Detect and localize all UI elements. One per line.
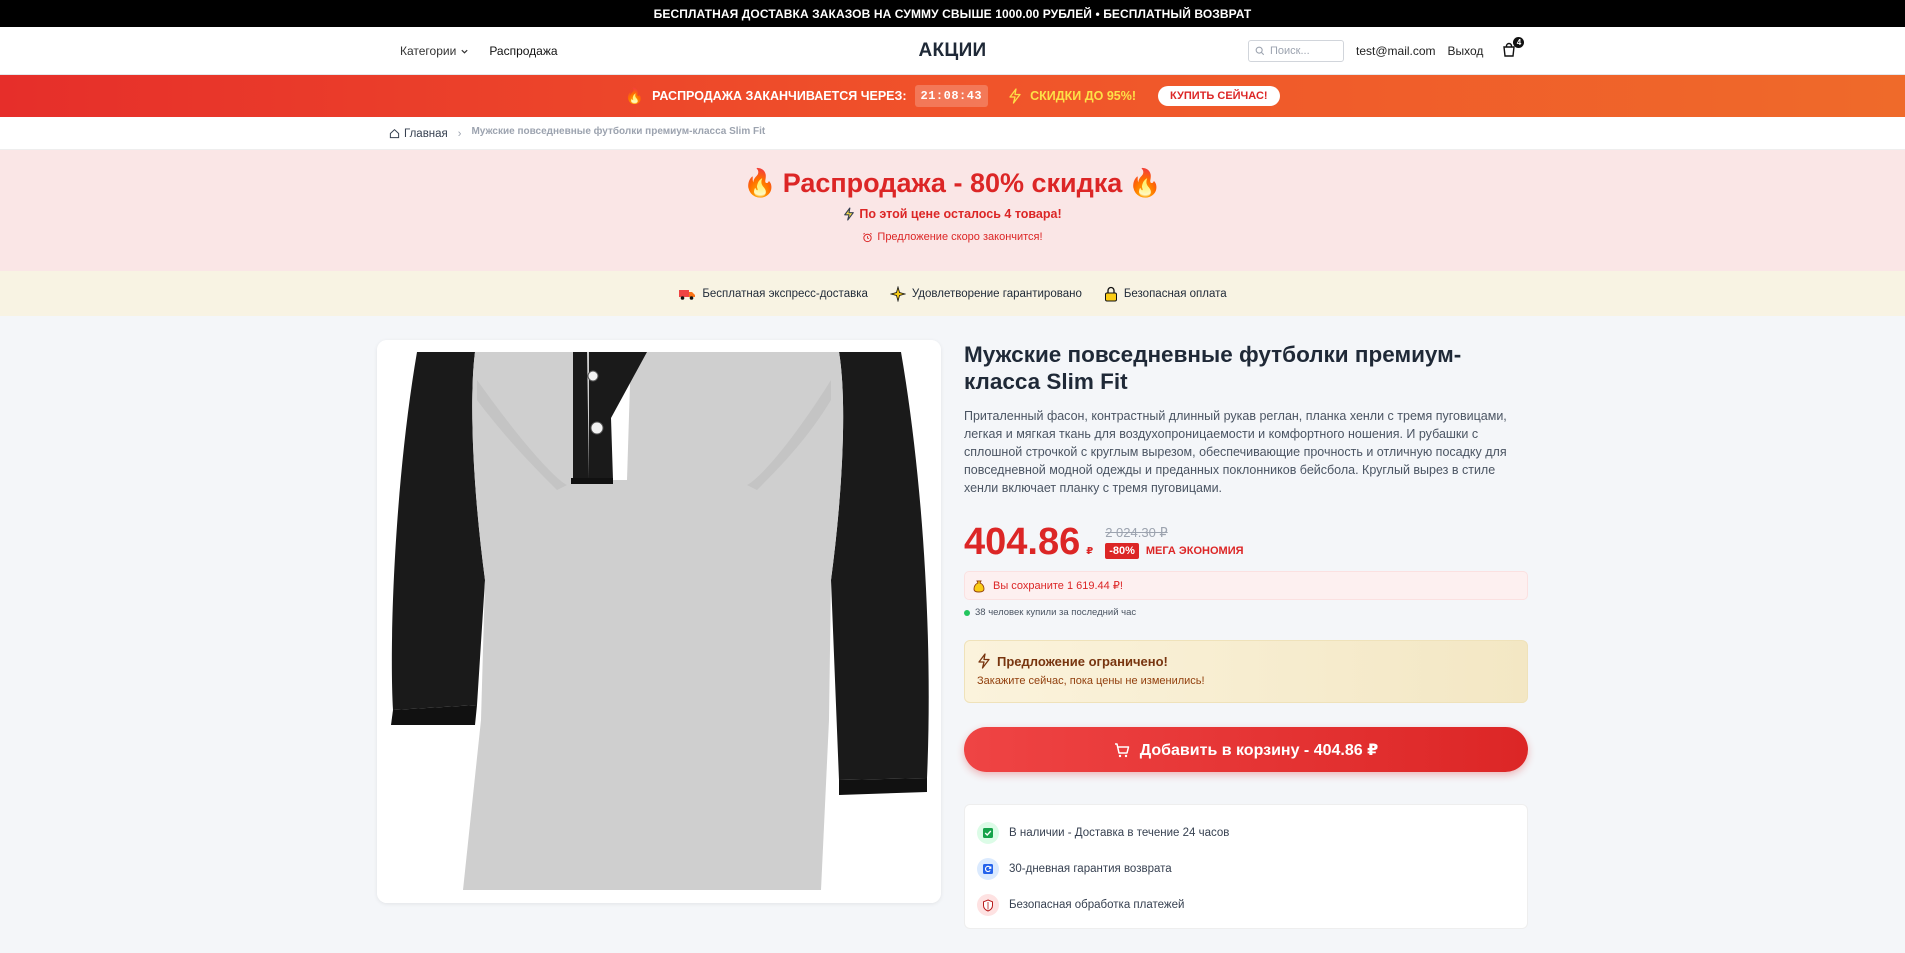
discount-text: СКИДКИ ДО 95%!	[1030, 89, 1137, 103]
categories-label: Категории	[400, 44, 457, 58]
product-features: В наличии - Доставка в течение 24 часов …	[964, 804, 1528, 929]
main-nav: Категории Распродажа	[400, 27, 558, 75]
trust-delivery-label: Бесплатная экспресс-доставка	[702, 287, 868, 300]
promo-topbar: БЕСПЛАТНАЯ ДОСТАВКА ЗАКАЗОВ НА СУММУ СВЫ…	[0, 0, 1905, 27]
price-row: 404.86 ₽ 2 024.30 ₽ -80% МЕГА ЭКОНОМИЯ	[964, 523, 1528, 561]
sale-link[interactable]: Распродажа	[489, 44, 557, 58]
hero-title-row: 🔥 Распродажа - 80% скидка 🔥	[0, 167, 1905, 199]
sale-countdown-bar: 🔥 РАСПРОДАЖА ЗАКАНЧИВАЕТСЯ ЧЕРЕЗ: 21:08:…	[0, 75, 1905, 117]
alarm-clock-icon	[863, 232, 873, 242]
savings-text: Вы сохраните 1 619.44 ₽!	[993, 580, 1123, 592]
cart-icon	[1114, 742, 1130, 757]
trust-delivery: Бесплатная экспресс-доставка	[678, 287, 868, 301]
chevron-right-icon: ›	[457, 127, 462, 140]
trust-payment: Безопасная оплата	[1104, 286, 1227, 302]
delivery-truck-icon	[679, 289, 696, 300]
fire-icon: 🔥	[743, 168, 777, 198]
search-placeholder: Поиск...	[1270, 45, 1310, 57]
old-price-block: 2 024.30 ₽ -80% МЕГА ЭКОНОМИЯ	[1105, 525, 1244, 559]
product-info: Мужские повседневные футболки премиум-кл…	[964, 340, 1528, 929]
limited-offer-box: Предложение ограничено! Закажите сейчас,…	[964, 640, 1528, 703]
limited-offer-title: Предложение ограничено!	[997, 653, 1168, 669]
search-input[interactable]: Поиск...	[1248, 40, 1344, 62]
feature-in-stock: В наличии - Доставка в течение 24 часов	[977, 815, 1515, 851]
user-email[interactable]: test@mail.com	[1356, 44, 1436, 58]
lock-icon	[1104, 286, 1117, 301]
stock-left-text: По этой цене осталось 4 товара!	[859, 207, 1062, 221]
fire-icon: 🔥	[625, 88, 645, 105]
discount-badge: -80%	[1105, 543, 1139, 559]
old-price: 2 024.30 ₽	[1105, 525, 1168, 540]
offer-ending-text: Предложение скоро закончится!	[877, 231, 1043, 243]
limited-offer-subtitle: Закажите сейчас, пока цены не изменились…	[977, 675, 1205, 687]
current-price: 404.86	[964, 521, 1081, 563]
limited-offer-title-row: Предложение ограничено!	[977, 653, 1515, 669]
categories-menu[interactable]: Категории	[400, 44, 469, 58]
lightning-icon	[978, 653, 990, 669]
money-bag-icon	[973, 580, 985, 592]
sale-ends-label: РАСПРОДАЖА ЗАКАНЧИВАЕТСЯ ЧЕРЕЗ:	[652, 89, 907, 103]
buy-now-button[interactable]: КУПИТЬ СЕЙЧАС!	[1158, 86, 1280, 106]
offer-ending-row: Предложение скоро закончится!	[0, 231, 1905, 243]
promo-text: БЕСПЛАТНАЯ ДОСТАВКА ЗАКАЗОВ НА СУММУ СВЫ…	[653, 6, 1252, 21]
product-image[interactable]	[377, 340, 941, 903]
stock-left-row: По этой цене осталось 4 товара!	[0, 207, 1905, 221]
refresh-icon	[977, 858, 999, 880]
hero-title: Распродажа - 80% скидка	[782, 167, 1123, 198]
home-icon	[389, 128, 400, 139]
sale-hero: 🔥 Распродажа - 80% скидка 🔥 По этой цене…	[0, 150, 1905, 271]
chevron-down-icon	[461, 49, 468, 54]
countdown-timer: 21:08:43	[914, 85, 989, 107]
header-actions: Поиск... test@mail.com Выход 4	[1248, 27, 1525, 75]
lightning-icon	[844, 207, 855, 221]
recent-buyers-text: 38 человек купили за последний час	[975, 607, 1137, 618]
mega-savings-label: МЕГА ЭКОНОМИЯ	[1145, 545, 1244, 557]
discount-badges: -80% МЕГА ЭКОНОМИЯ	[1105, 543, 1244, 559]
product-title: Мужские повседневные футболки премиум-кл…	[964, 342, 1462, 394]
logout-link[interactable]: Выход	[1448, 44, 1484, 58]
feature-return-label: 30-дневная гарантия возврата	[1009, 863, 1172, 875]
trust-payment-label: Безопасная оплата	[1123, 287, 1227, 300]
fire-icon: 🔥	[1128, 168, 1162, 198]
add-to-cart-label: Добавить в корзину - 404.86 ₽	[1139, 741, 1379, 759]
recent-buyers: 38 человек купили за последний час	[964, 607, 1528, 618]
site-logo[interactable]: АКЦИИ	[0, 27, 1905, 75]
feature-secure-label: Безопасная обработка платежей	[1009, 899, 1185, 911]
shield-icon	[977, 894, 999, 916]
live-dot-icon	[964, 609, 970, 616]
sparkles-icon	[889, 285, 906, 302]
feature-return: 30-дневная гарантия возврата	[977, 851, 1515, 887]
trust-satisfaction-label: Удовлетворение гарантировано	[911, 287, 1082, 300]
product-description: Приталенный фасон, контрастный длинный р…	[964, 409, 1507, 495]
breadcrumb-home[interactable]: Главная	[389, 128, 448, 140]
trust-bar: Бесплатная экспресс-доставка Удовлетворе…	[0, 271, 1905, 316]
site-header: Категории Распродажа АКЦИИ Поиск... test…	[0, 27, 1905, 75]
breadcrumb: Главная › Мужские повседневные футболки …	[0, 117, 1905, 150]
search-icon	[1255, 46, 1265, 56]
feature-secure: Безопасная обработка платежей	[977, 887, 1515, 923]
cart-button[interactable]: 4	[1501, 37, 1525, 60]
cart-count-badge: 4	[1513, 37, 1525, 48]
breadcrumb-home-label: Главная	[404, 127, 448, 140]
check-icon	[977, 822, 999, 844]
breadcrumb-current: Мужские повседневные футболки премиум-кл…	[471, 126, 766, 137]
raglan-shirt-image	[377, 340, 941, 903]
trust-satisfaction: Удовлетворение гарантировано	[889, 285, 1082, 302]
savings-box: Вы сохраните 1 619.44 ₽!	[964, 571, 1528, 600]
lightning-icon	[1009, 88, 1021, 104]
add-to-cart-button[interactable]: Добавить в корзину - 404.86 ₽	[964, 727, 1528, 772]
price-currency: ₽	[1086, 546, 1094, 557]
feature-in-stock-label: В наличии - Доставка в течение 24 часов	[1009, 827, 1230, 839]
